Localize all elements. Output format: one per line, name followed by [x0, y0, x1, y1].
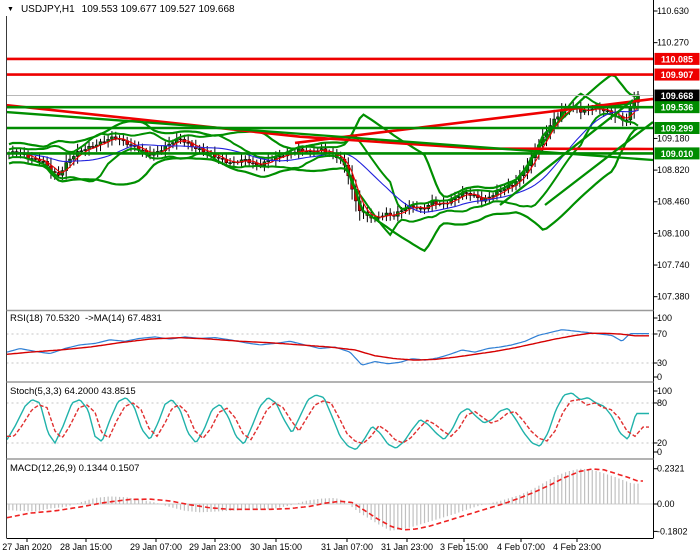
price-axis: 110.630 110.270 109.180 108.820 108.460 108.1…	[653, 6, 690, 536]
symbol-dropdown-icon[interactable]: ▼	[7, 6, 14, 13]
svg-text:107.380: 107.380	[657, 292, 690, 302]
svg-text:109.010: 109.010	[661, 149, 694, 159]
svg-text:29 Jan 07:00: 29 Jan 07:00	[130, 542, 182, 552]
rsi-indicator-label: RSI(18) 70.5320 ->MA(14) 67.4831	[10, 313, 162, 324]
svg-text:30: 30	[657, 358, 667, 368]
svg-text:109.536: 109.536	[661, 103, 694, 113]
chart-frame	[6, 0, 654, 539]
svg-text:27 Jan 2020: 27 Jan 2020	[2, 542, 52, 552]
date-axis: 27 Jan 2020 28 Jan 15:00 29 Jan 07:00 29 Ja…	[2, 538, 601, 552]
svg-text:0: 0	[657, 372, 662, 382]
rsi-panel	[6, 329, 654, 366]
svg-text:-0.1802: -0.1802	[657, 526, 688, 536]
svg-text:31 Jan 07:00: 31 Jan 07:00	[321, 542, 373, 552]
svg-text:109.180: 109.180	[657, 133, 690, 143]
svg-text:108.820: 108.820	[657, 165, 690, 175]
svg-text:109.668: 109.668	[661, 91, 694, 101]
svg-text:0.00: 0.00	[657, 499, 675, 509]
svg-text:108.100: 108.100	[657, 228, 690, 238]
main-price-panel	[6, 57, 654, 253]
macd-panel	[6, 468, 654, 531]
svg-text:110.270: 110.270	[657, 38, 689, 48]
ohlc-quote-label: 109.553 109.677 109.527 109.668	[81, 3, 235, 15]
svg-text:31 Jan 23:00: 31 Jan 23:00	[381, 542, 433, 552]
svg-text:3 Feb 15:00: 3 Feb 15:00	[440, 542, 488, 552]
stoch-indicator-label: Stoch(5,3,3) 64.2000 43.8515	[10, 386, 136, 397]
svg-text:70: 70	[657, 329, 667, 339]
svg-text:110.630: 110.630	[657, 6, 689, 16]
chart-title-bar: ▼ USDJPY,H1 109.553 109.677 109.527 109.…	[7, 2, 235, 16]
svg-text:107.740: 107.740	[657, 260, 690, 270]
svg-text:28 Jan 15:00: 28 Jan 15:00	[60, 542, 112, 552]
svg-text:0: 0	[657, 447, 662, 457]
svg-text:109.299: 109.299	[661, 123, 694, 133]
svg-text:30 Jan 15:00: 30 Jan 15:00	[250, 542, 302, 552]
stoch-panel	[6, 392, 654, 450]
svg-text:100: 100	[657, 313, 672, 323]
moving-averages-layer	[8, 106, 639, 218]
svg-text:100: 100	[657, 386, 672, 396]
svg-text:108.460: 108.460	[657, 197, 690, 207]
svg-text:29 Jan 23:00: 29 Jan 23:00	[189, 542, 241, 552]
macd-indicator-label: MACD(12,26,9) 0.1344 0.1507	[10, 463, 140, 474]
bollinger-bands-layer	[8, 73, 639, 253]
svg-text:0.2321: 0.2321	[657, 464, 685, 474]
svg-text:110.085: 110.085	[661, 54, 693, 64]
symbol-period-label: USDJPY,H1	[20, 3, 75, 15]
svg-text:4 Feb 07:00: 4 Feb 07:00	[497, 542, 545, 552]
svg-text:109.907: 109.907	[661, 70, 694, 80]
chart-window: 110.630 110.270 109.180 108.820 108.460 108.1…	[0, 0, 700, 560]
rsi-line-MA(14)	[6, 332, 649, 361]
price-chart-canvas[interactable]: 110.630 110.270 109.180 108.820 108.460 108.1…	[0, 0, 700, 560]
svg-text:4 Feb 23:00: 4 Feb 23:00	[553, 542, 601, 552]
macd-histogram	[8, 468, 639, 531]
svg-text:80: 80	[657, 398, 667, 408]
